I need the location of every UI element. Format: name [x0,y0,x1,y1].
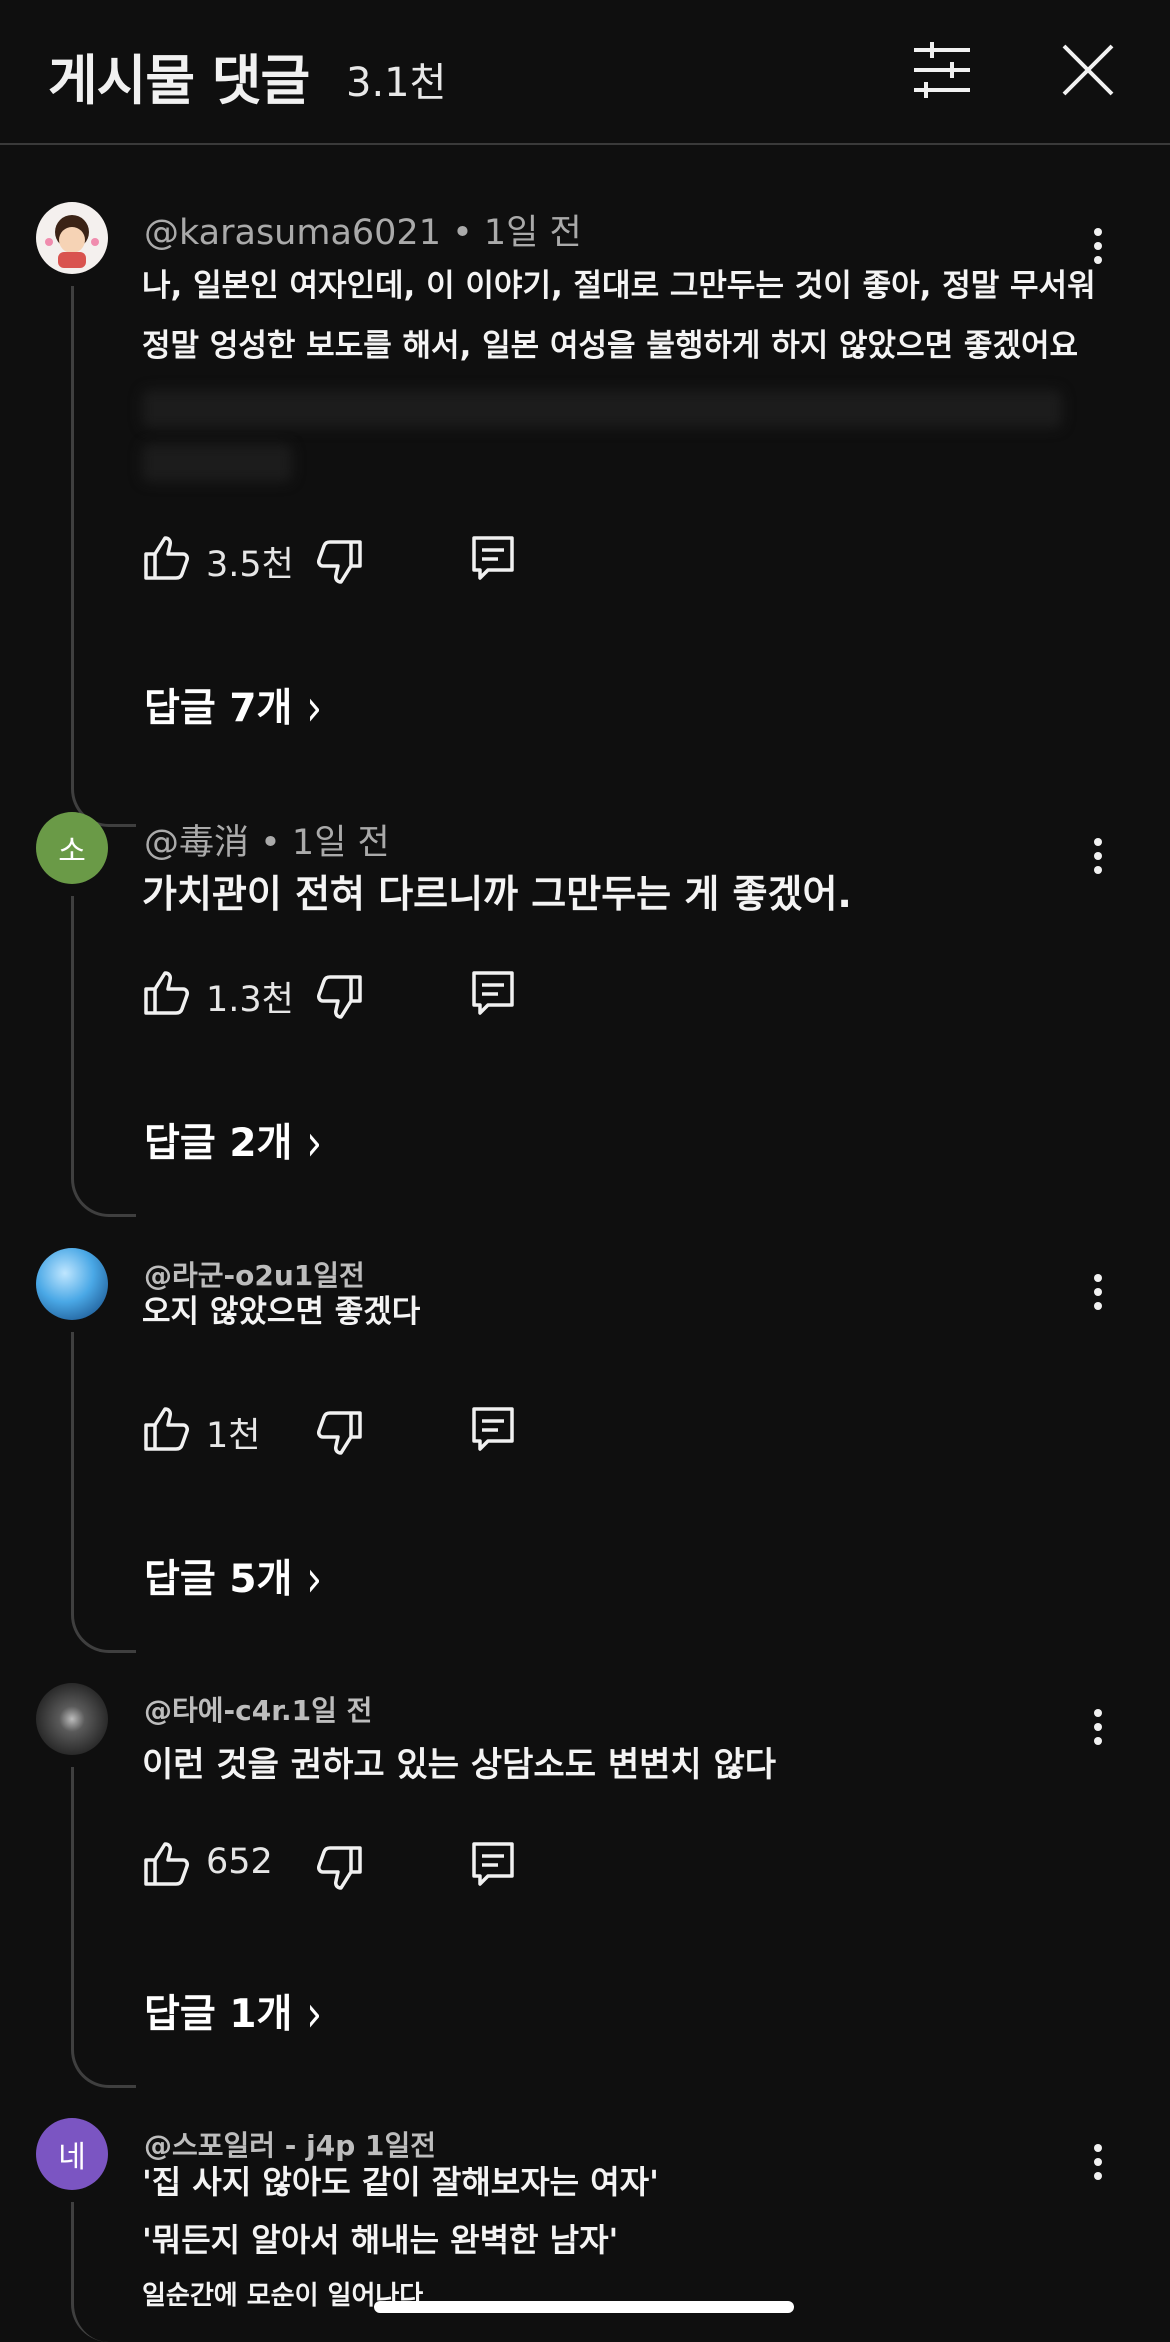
thumb-up-icon[interactable] [142,1403,194,1455]
thumb-up-icon[interactable] [142,1838,194,1890]
thumb-up-icon[interactable] [142,967,194,1019]
comment-author[interactable]: @毒消 [144,823,249,863]
reply-comment-icon[interactable] [468,1403,518,1455]
comments-header: 게시물 댓글 3.1천 [0,0,1170,145]
avatar[interactable] [36,202,108,274]
thumb-down-icon[interactable] [312,1407,364,1459]
comment-actions: 1천 [142,1403,542,1463]
like-count: 1.3천 [206,980,294,1020]
thread-line [71,896,136,1217]
avatar[interactable]: 네 [36,2118,108,2190]
comment-text-line: 가치관이 전혀 다르니까 그만두는 게 좋겠어. [142,872,852,916]
sliders-icon[interactable] [910,38,974,102]
like-count: 3.5천 [206,545,294,585]
thread-line [71,2202,136,2342]
thread-line [71,1767,136,2088]
avatar[interactable]: 소 [36,812,108,884]
thread-line [71,286,136,827]
avatar[interactable] [36,1683,108,1755]
view-replies-button[interactable]: 답글 5개 › [144,1548,322,1609]
reply-comment-icon[interactable] [468,532,518,584]
avatar-initial: 소 [58,834,86,869]
comment-count: 3.1천 [346,60,447,106]
comment-text-line: 일순간에 모순이 일어나다 [142,2281,424,2311]
replies-label: 답글 5개 [144,1557,293,1602]
comment-actions: 652 [142,1838,542,1898]
blurred-text [142,390,1062,428]
comment-meta: @karasuma6021 • 1일 전 [144,204,582,255]
thumb-down-icon[interactable] [312,971,364,1023]
like-count: 1천 [206,1416,261,1456]
thumb-up-icon[interactable] [142,532,194,584]
blurred-text [142,444,292,482]
avatar-illustration [45,215,99,268]
view-replies-button[interactable]: 답글 2개 › [144,1112,322,1173]
comment-time: • 1일 전 [260,823,390,863]
comment-time: • 1일 전 [452,213,582,253]
view-replies-button[interactable]: 답글 1개 › [144,1983,322,2044]
avatar[interactable] [36,1248,108,1320]
comment-actions: 3.5천 [142,532,542,592]
more-vert-icon[interactable] [1080,1264,1116,1320]
thumb-down-icon[interactable] [312,536,364,588]
comment-text-line: 정말 엉성한 보도를 해서, 일본 여성을 불행하게 하지 않았으면 좋겠어요 [142,328,1078,364]
comment-meta: @타에-c4r.1일 전 [144,1689,372,1729]
more-vert-icon[interactable] [1080,828,1116,884]
thread-line [71,1332,136,1653]
reply-comment-icon[interactable] [468,967,518,1019]
chevron-right-icon: › [306,679,322,738]
comment-text-line: '뭐든지 알아서 해내는 완벽한 남자' [142,2221,619,2259]
comment-author[interactable]: @타에-c4r.1일 전 [144,1694,372,1727]
reply-comment-icon[interactable] [468,1838,518,1890]
comment-author[interactable]: @karasuma6021 [144,213,441,253]
thumb-down-icon[interactable] [312,1842,364,1894]
like-count: 652 [206,1842,273,1882]
comment-actions: 1.3천 [142,967,542,1027]
replies-label: 답글 1개 [144,1992,293,2037]
home-indicator[interactable] [374,2301,794,2313]
chevron-right-icon: › [306,1985,322,2044]
comment-text-line: '집 사지 않아도 같이 잘해보자는 여자' [142,2163,659,2201]
more-vert-icon[interactable] [1080,1699,1116,1755]
avatar-initial: 네 [58,2140,86,2175]
comment-meta: @毒消 • 1일 전 [144,814,390,865]
view-replies-button[interactable]: 답글 7개 › [144,677,322,738]
comment-text-line: 오지 않았으면 좋겠다 [142,1294,421,1330]
page-title: 게시물 댓글 [48,49,310,112]
chevron-right-icon: › [306,1114,322,1173]
comment-text-line: 이런 것을 권하고 있는 상담소도 변변치 않다 [142,1745,777,1785]
replies-label: 답글 7개 [144,686,293,731]
comment-text-line: 나, 일본인 여자인데, 이 이야기, 절대로 그만두는 것이 좋아, 정말 무… [142,268,1096,304]
chevron-right-icon: › [306,1550,322,1609]
replies-label: 답글 2개 [144,1121,293,1166]
more-vert-icon[interactable] [1080,2134,1116,2190]
close-icon[interactable] [1058,40,1118,100]
